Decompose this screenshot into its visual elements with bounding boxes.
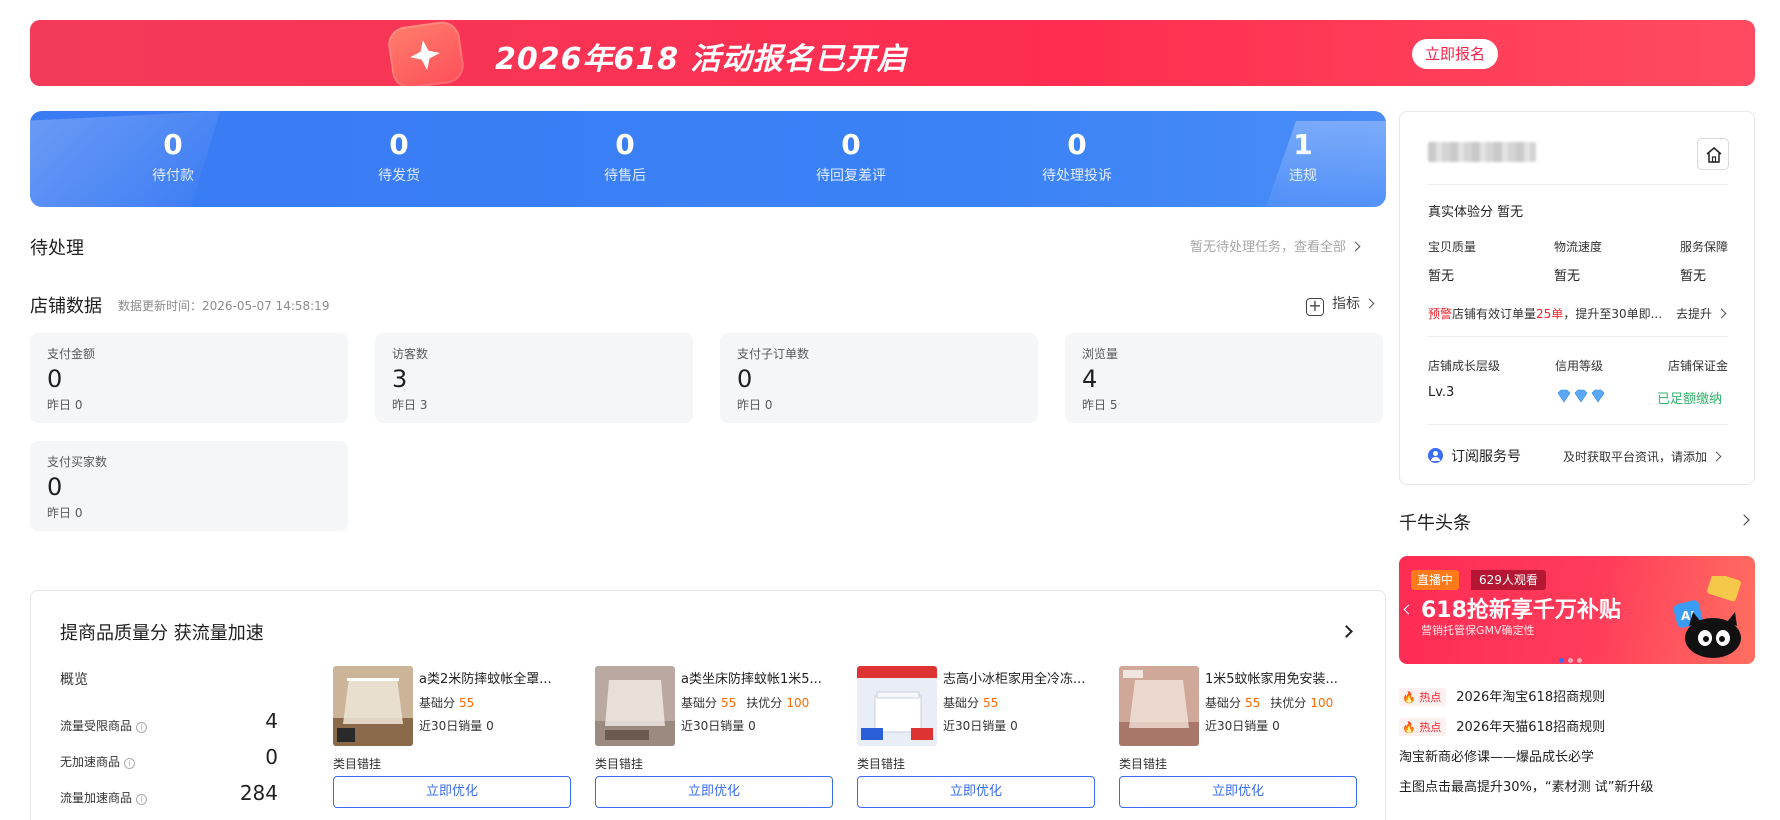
quality-title: 提商品质量分 获流量加速 <box>60 623 264 644</box>
product-image[interactable] <box>1119 666 1199 746</box>
product-image[interactable] <box>333 666 413 746</box>
stat-pending-shipment[interactable]: 0 待发货 <box>319 129 479 185</box>
optimize-button[interactable]: 立即优化 <box>333 776 571 808</box>
info-icon[interactable]: i <box>124 758 136 769</box>
info-icon[interactable]: i <box>136 794 148 805</box>
promo-banner[interactable]: 2026年618 活动报名已开启 立即报名 <box>30 20 1755 86</box>
diamond-icon <box>1557 388 1607 407</box>
go-improve-link[interactable]: 去提升 <box>1676 305 1727 322</box>
subscribe-service[interactable]: 订阅服务号 <box>1428 446 1521 466</box>
stat-pending-payment[interactable]: 0 待付款 <box>93 129 253 185</box>
stat-pending-review-reply[interactable]: 0 待回复差评 <box>771 129 931 185</box>
chevron-right-icon <box>1716 308 1727 319</box>
mascot-cat-icon: AI <box>1673 576 1741 658</box>
card-sub-orders[interactable]: 支付子订单数 0 昨日 0 <box>720 333 1038 423</box>
product-card: 1米5蚊帐家用免安装... 基础分 55 扶优分 100 近30日销量 0 类目错挂 … <box>1119 666 1357 816</box>
order-stats-bar: 0 待付款 0 待发货 0 待售后 0 待回复差评 0 待处理投诉 1 违规 <box>30 111 1386 207</box>
deposit-status: 已足额缴纳 <box>1657 392 1723 407</box>
chevron-right-icon[interactable] <box>1738 514 1750 526</box>
product-card: 志高小冰柜家用全冷冻... 基础分 55 近30日销量 0 类目错挂 立即优化 <box>857 666 1095 816</box>
store-profile-panel: 真实体验分 暂无 宝贝质量 物流速度 服务保障 暂无 暂无 暂无 预警店铺有效订… <box>1399 111 1755 485</box>
news-item[interactable]: 🔥 热点 2026年天猫618招商规则 <box>1399 716 1605 736</box>
store-name-blurred <box>1428 142 1536 162</box>
quality-panel: 提商品质量分 获流量加速 概览 流量受限商品 i 4 无加速商品 i 0 流量加速商品 i… <box>30 590 1386 820</box>
hot-badge: 🔥 热点 <box>1399 718 1447 736</box>
pending-title: 待处理 <box>30 238 84 259</box>
card-page-views[interactable]: 浏览量 4 昨日 5 <box>1065 333 1383 423</box>
experience-score: 真实体验分 暂无 <box>1428 205 1524 220</box>
chevron-right-icon <box>1711 451 1722 462</box>
live-promo-carousel[interactable]: 直播中 629人观看 618抢新享千万补贴 营销托管保GMV确定性 AI <box>1399 556 1755 664</box>
card-visitors[interactable]: 访客数 3 昨日 3 <box>375 333 693 423</box>
banner-title: 2026年618 活动报名已开启 <box>495 42 908 77</box>
store-data-title: 店铺数据 <box>30 296 102 317</box>
news-item[interactable]: 淘宝新商必修课——爆品成长必学 <box>1399 746 1594 765</box>
info-icon[interactable]: i <box>136 722 148 733</box>
news-item[interactable]: 主图点击最高提升30%，“素材测 试”新升级 <box>1399 776 1654 795</box>
subscribe-hint-link[interactable]: 及时获取平台资讯，请添加 <box>1563 448 1722 465</box>
stat-pending-complaint[interactable]: 0 待处理投诉 <box>997 129 1157 185</box>
metric-button[interactable]: + 指标 <box>1306 293 1375 316</box>
chevron-right-icon[interactable] <box>1340 625 1353 638</box>
overview-label: 概览 <box>60 672 88 688</box>
view-all-pending-link[interactable]: 暂无待处理任务，查看全部 <box>1190 236 1361 255</box>
chevron-right-icon <box>1350 241 1361 252</box>
card-paying-buyers[interactable]: 支付买家数 0 昨日 0 <box>30 441 348 531</box>
optimize-button[interactable]: 立即优化 <box>595 776 833 808</box>
hot-badge: 🔥 热点 <box>1399 688 1447 706</box>
limited-products-row[interactable]: 流量受限商品 i 4 <box>60 709 278 734</box>
chevron-left-icon[interactable] <box>1403 604 1414 615</box>
home-button[interactable] <box>1697 138 1729 170</box>
order-warning: 预警店铺有效订单量25单，提升至30单即... <box>1428 307 1663 321</box>
product-card: a类坐床防摔蚊帐1米5... 基础分 55 扶优分 100 近30日销量 0 类目错挂… <box>595 666 833 816</box>
no-boost-products-row[interactable]: 无加速商品 i 0 <box>60 745 278 770</box>
optimize-button[interactable]: 立即优化 <box>857 776 1095 808</box>
update-time: 数据更新时间：2026-05-07 14:58:19 <box>118 299 330 313</box>
stat-violation[interactable]: 1 违规 <box>1223 129 1383 185</box>
sparkle-icon <box>386 20 466 86</box>
news-title: 千牛头条 <box>1399 513 1471 534</box>
chevron-right-icon <box>1364 298 1375 309</box>
optimize-button[interactable]: 立即优化 <box>1119 776 1357 808</box>
product-image[interactable] <box>857 666 937 746</box>
card-pay-amount[interactable]: 支付金额 0 昨日 0 <box>30 333 348 423</box>
user-icon <box>1428 448 1443 463</box>
growth-level: Lv.3 <box>1428 385 1455 400</box>
stat-pending-aftersale[interactable]: 0 待售后 <box>545 129 705 185</box>
boosted-products-row[interactable]: 流量加速商品 i 284 <box>60 781 278 806</box>
news-item[interactable]: 🔥 热点 2026年淘宝618招商规则 <box>1399 686 1605 706</box>
product-card: a类2米防摔蚊帐全罩... 基础分 55 近30日销量 0 类目错挂 立即优化 <box>333 666 571 816</box>
product-image[interactable] <box>595 666 675 746</box>
plus-icon: + <box>1306 298 1324 316</box>
register-now-button[interactable]: 立即报名 <box>1412 39 1498 69</box>
carousel-dots[interactable] <box>1559 648 1586 664</box>
